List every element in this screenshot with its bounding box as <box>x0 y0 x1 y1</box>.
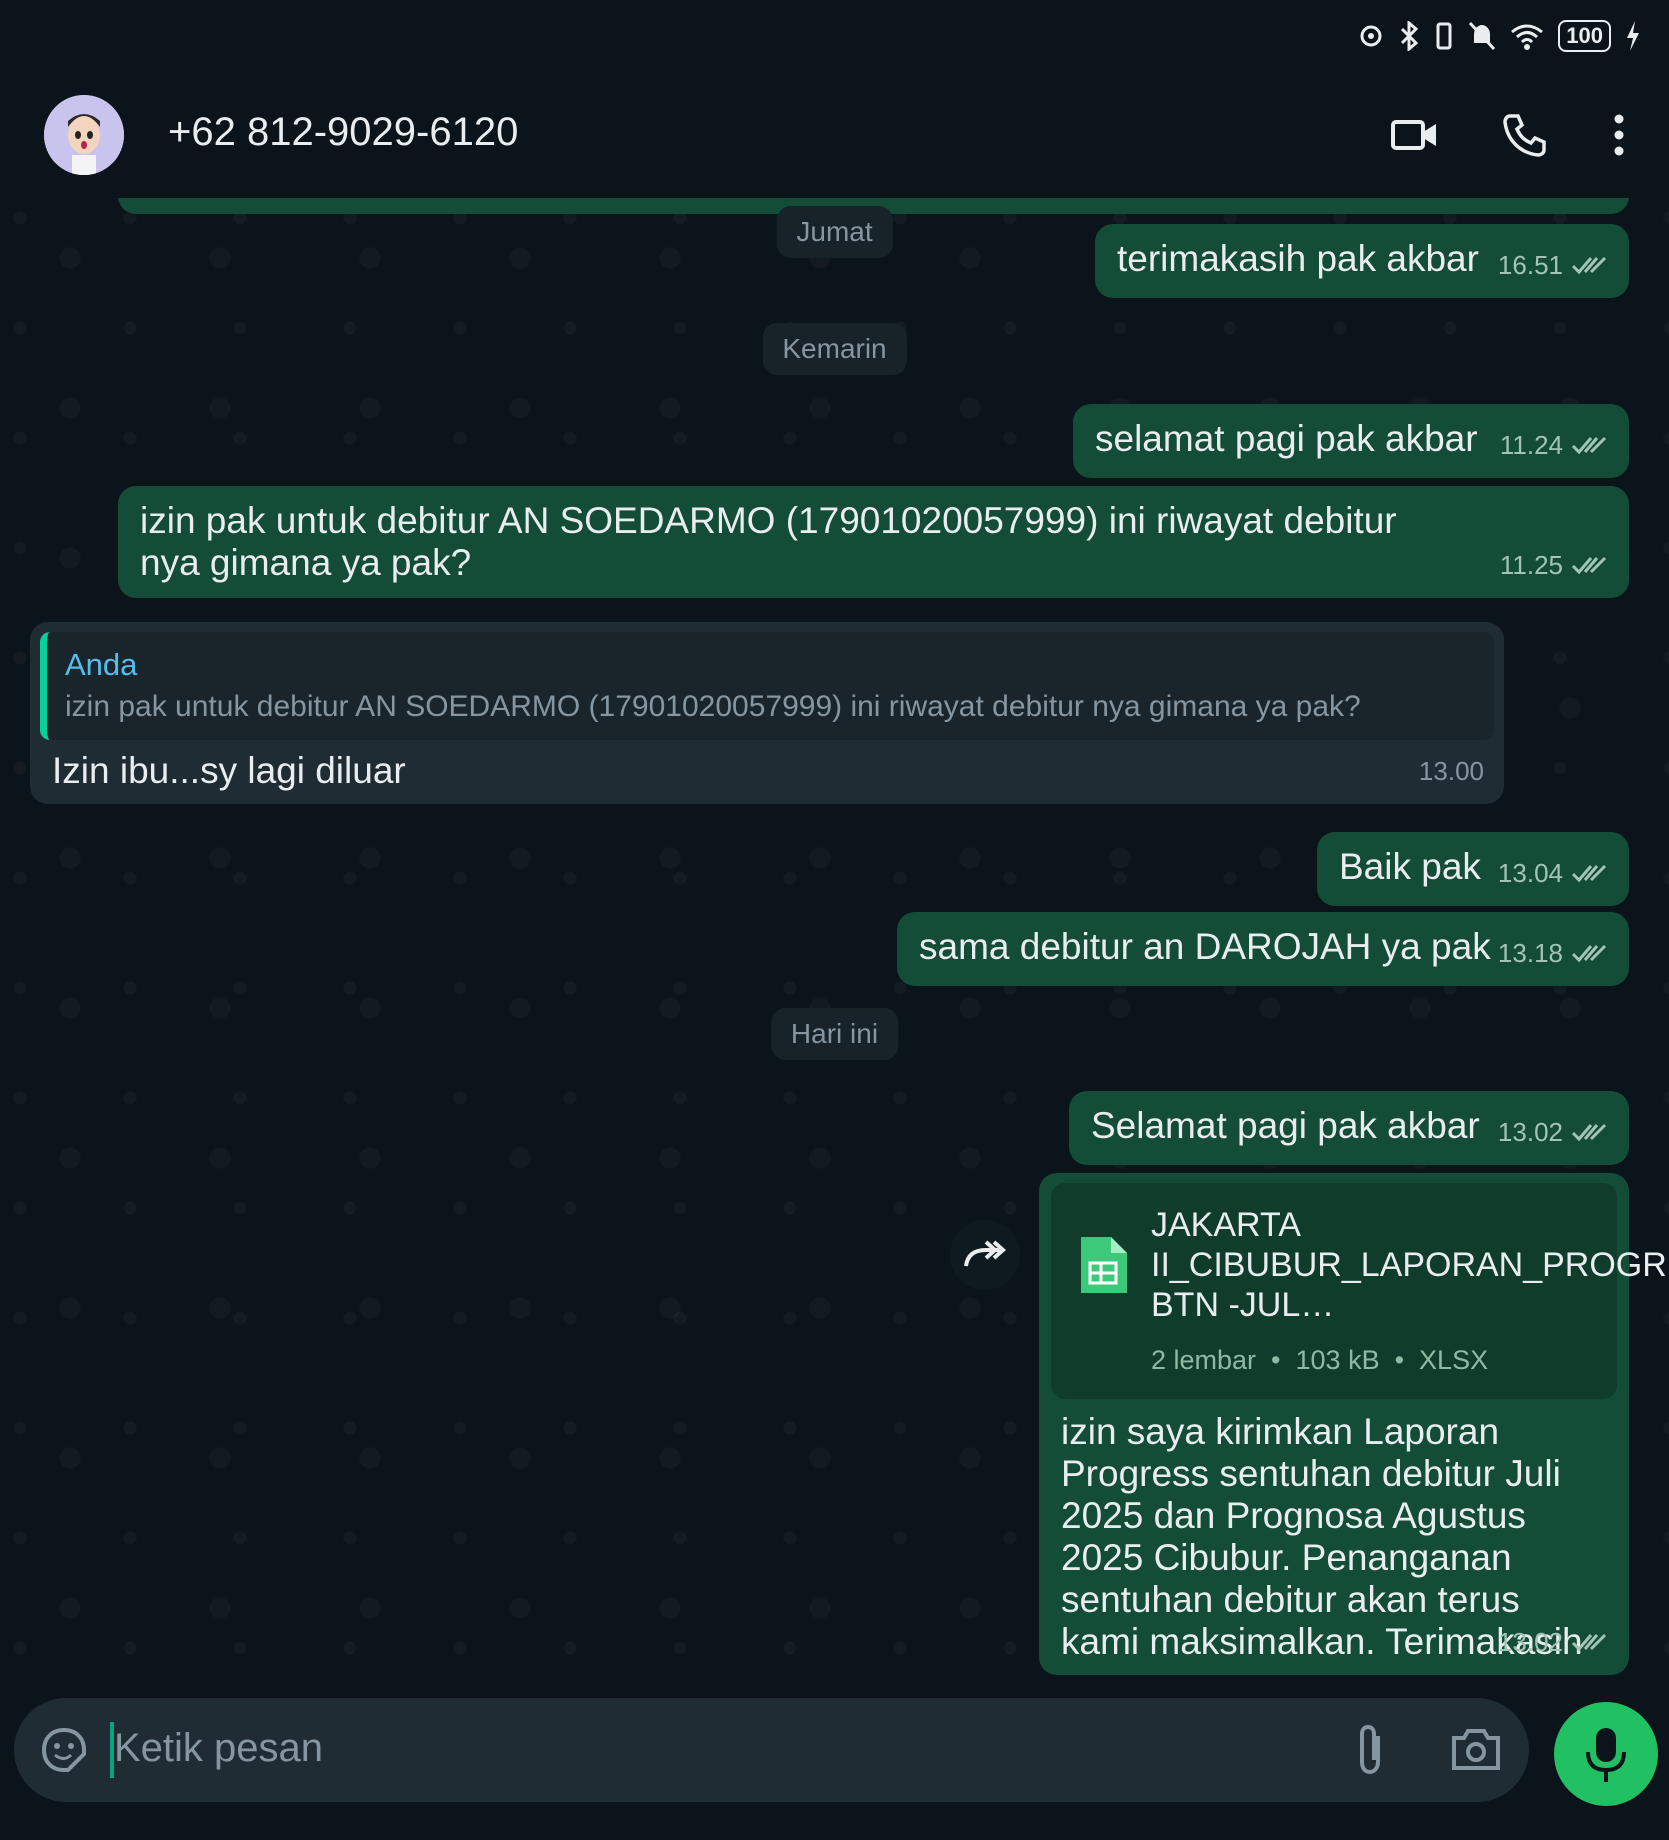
chat-area[interactable]: Jumat terimakasih pak akbar 16.51 Kemari… <box>0 198 1669 1690</box>
quoted-message[interactable]: Anda izin pak untuk debitur AN SOEDARMO … <box>40 632 1494 740</box>
message-composer: Ketik pesan <box>14 1698 1529 1802</box>
document-pages: 2 lembar <box>1151 1345 1257 1375</box>
read-ticks-icon <box>1571 556 1607 575</box>
wifi-icon <box>1511 24 1544 50</box>
quote-text: izin pak untuk debitur AN SOEDARMO (1790… <box>65 690 1361 723</box>
charging-icon <box>1627 21 1639 51</box>
read-ticks-icon <box>1571 256 1607 275</box>
message-meta: 13.02 <box>1498 1111 1609 1153</box>
emoji-sticker-icon[interactable] <box>38 1724 90 1776</box>
message-text: terimakasih pak akbar <box>1117 238 1479 279</box>
read-ticks-icon <box>1571 864 1607 883</box>
spreadsheet-file-icon <box>1081 1237 1127 1293</box>
status-icons: 100 <box>1358 20 1641 52</box>
message-input[interactable]: Ketik pesan <box>114 1726 323 1771</box>
date-divider-hari-ini: Hari ini <box>770 1008 899 1060</box>
message-time: 16.51 <box>1497 250 1563 280</box>
message-time: 11.25 <box>1499 550 1563 580</box>
read-ticks-icon <box>1571 436 1607 455</box>
message-text: selamat pagi pak akbar <box>1095 418 1478 459</box>
message-bubble[interactable]: terimakasih pak akbar 16.51 <box>1095 224 1629 298</box>
message-meta: 16.51 <box>1498 244 1609 286</box>
message-meta: 13.00 <box>1419 750 1484 792</box>
message-time: 13.04 <box>1497 858 1563 888</box>
message-time: 13.02 <box>1497 1117 1563 1147</box>
read-ticks-icon <box>1571 1123 1607 1142</box>
camera-icon[interactable] <box>1450 1724 1502 1776</box>
message-meta: 13.04 <box>1498 852 1609 894</box>
message-bubble-document[interactable]: JAKARTA II_CIBUBUR_LAPORAN_PROGRESS BTN … <box>1039 1173 1669 1675</box>
quote-author: Anda <box>65 647 138 682</box>
message-bubble[interactable]: selamat pagi pak akbar 11.24 <box>1073 404 1629 478</box>
document-name: JAKARTA II_CIBUBUR_LAPORAN_PROGRESS BTN … <box>1151 1206 1669 1324</box>
message-text: Selamat pagi pak akbar <box>1091 1105 1480 1146</box>
microphone-icon <box>1586 1728 1626 1782</box>
document-attachment[interactable]: JAKARTA II_CIBUBUR_LAPORAN_PROGRESS BTN … <box>1051 1183 1669 1399</box>
date-divider-kemarin: Kemarin <box>762 323 907 375</box>
mute-bell-icon <box>1469 21 1496 51</box>
video-call-icon[interactable] <box>1390 110 1440 160</box>
vibrate-icon <box>1436 22 1452 50</box>
contact-name[interactable]: +62 812-9029-6120 <box>168 110 518 155</box>
message-text: sama debitur an DAROJAH ya pak <box>919 926 1491 967</box>
message-text: izin pak untuk debitur AN SOEDARMO (1790… <box>140 500 1397 583</box>
attach-icon[interactable] <box>1350 1722 1390 1778</box>
document-meta: 2 lembar • 103 kB • XLSX <box>1151 1345 1489 1375</box>
chat-header: +62 812-9029-6120 <box>0 72 1669 199</box>
forward-button[interactable] <box>950 1220 1020 1290</box>
message-time: 11.24 <box>1499 430 1563 460</box>
message-bubble[interactable]: Baik pak 13.04 <box>1317 832 1629 906</box>
message-meta: 11.25 <box>1500 544 1609 586</box>
message-meta: 13.18 <box>1498 932 1609 974</box>
hotspot-icon <box>1360 25 1382 47</box>
document-type: XLSX <box>1419 1345 1489 1375</box>
battery-indicator: 100 <box>1558 20 1611 52</box>
voice-message-button[interactable] <box>1554 1702 1658 1806</box>
message-time: 13.02 <box>1497 1627 1563 1657</box>
message-text: Baik pak <box>1339 846 1481 887</box>
message-time: 13.00 <box>1418 756 1484 786</box>
date-divider-jumat: Jumat <box>776 206 893 258</box>
message-bubble[interactable]: sama debitur an DAROJAH ya pak 13.18 <box>897 912 1629 986</box>
status-bar: 100 <box>0 0 1669 72</box>
bluetooth-icon <box>1401 21 1419 51</box>
more-options-icon[interactable] <box>1594 110 1644 160</box>
read-ticks-icon <box>1571 1633 1607 1652</box>
message-bubble-incoming[interactable]: Anda izin pak untuk debitur AN SOEDARMO … <box>30 622 1504 804</box>
message-time: 13.18 <box>1497 938 1563 968</box>
forward-arrow-icon <box>964 1240 1007 1267</box>
message-meta: 13.02 <box>1498 1621 1609 1663</box>
contact-avatar[interactable] <box>44 95 124 175</box>
read-ticks-icon <box>1571 944 1607 963</box>
message-bubble[interactable]: izin pak untuk debitur AN SOEDARMO (1790… <box>118 486 1629 598</box>
avatar-icon <box>44 95 124 175</box>
message-meta: 11.24 <box>1500 424 1609 466</box>
phone-call-icon[interactable] <box>1500 110 1550 160</box>
message-bubble[interactable]: Selamat pagi pak akbar 13.02 <box>1069 1091 1629 1165</box>
message-text: Izin ibu...sy lagi diluar <box>52 750 406 791</box>
document-info: JAKARTA II_CIBUBUR_LAPORAN_PROGRESS BTN … <box>1151 1205 1669 1381</box>
document-size: 103 kB <box>1295 1345 1380 1375</box>
